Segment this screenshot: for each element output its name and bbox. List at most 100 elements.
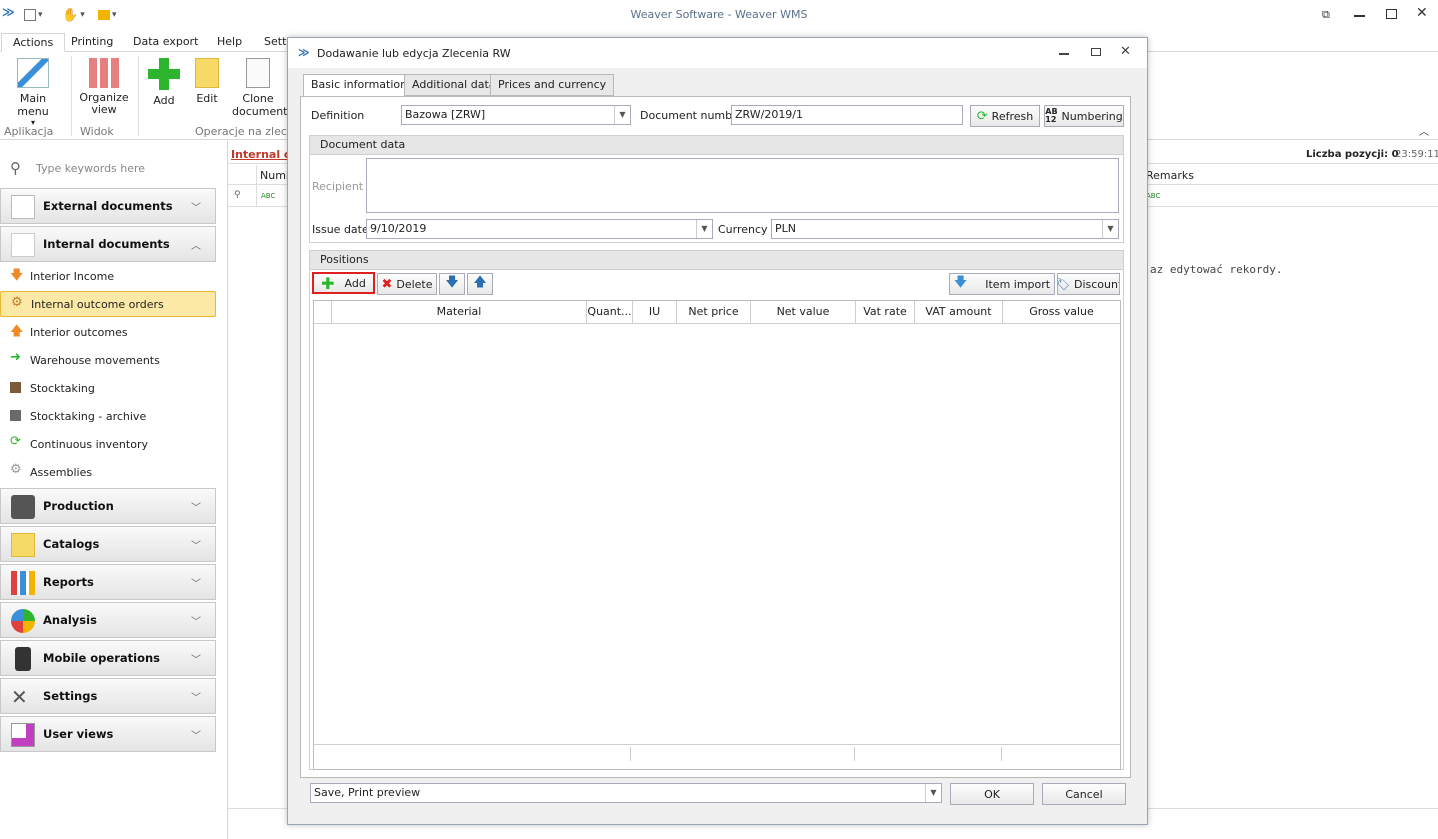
refresh-cycle-icon: ⟳ xyxy=(10,434,21,449)
col-net-price[interactable]: Net price xyxy=(677,301,751,323)
tab-prices-and-currency[interactable]: Prices and currency xyxy=(490,74,615,96)
tab-data-export[interactable]: Data export xyxy=(122,33,209,52)
ribbon-separator xyxy=(71,56,72,136)
collapse-ribbon-icon[interactable]: ︿ xyxy=(1419,123,1429,138)
tools-icon: ✕ xyxy=(11,685,28,709)
header-divider xyxy=(314,323,1120,324)
chevron-down-icon: ﹀ xyxy=(191,655,201,666)
analysis-icon xyxy=(11,609,35,633)
currency-combo[interactable]: PLN ▼ xyxy=(771,219,1119,239)
add-position-button[interactable]: ✚ Add xyxy=(312,272,375,294)
document-number-label: Document number xyxy=(640,109,744,122)
dialog-title: Dodawanie lub edycja Zlecenia RW xyxy=(317,47,511,60)
nav-item-stocktaking[interactable]: Stocktaking xyxy=(0,375,216,401)
nav-group-external-documents[interactable]: External documents ﹀ xyxy=(0,188,216,224)
organize-view-button[interactable]: Organize view xyxy=(74,58,134,120)
dialog-close-icon[interactable]: ✕ xyxy=(1120,44,1131,59)
stocktaking-icon xyxy=(10,382,21,393)
spellcheck-icon[interactable]: ▾ xyxy=(98,6,117,24)
item-import-button[interactable]: 🡇 Item import xyxy=(949,273,1055,295)
clone-document-button[interactable]: Clone document xyxy=(232,58,288,120)
cancel-button[interactable]: Cancel xyxy=(1042,783,1126,805)
tab-basic-information[interactable]: Basic information xyxy=(303,74,416,97)
layout-icon[interactable]: ▾ xyxy=(24,6,43,24)
dropdown-arrow-icon[interactable]: ▼ xyxy=(696,220,712,238)
col-gross-value[interactable]: Gross value xyxy=(1003,301,1120,323)
tab-help[interactable]: Help xyxy=(206,33,253,52)
tab-actions[interactable]: Actions xyxy=(1,33,66,52)
dialog-maximize-icon[interactable] xyxy=(1091,48,1101,56)
delete-icon: ✖ xyxy=(381,276,393,292)
footer-cell-divider xyxy=(854,747,855,761)
document-number-input[interactable]: ZRW/2019/1 xyxy=(731,105,963,125)
move-up-button[interactable]: 🡅 xyxy=(467,273,493,295)
col-quantity[interactable]: Quant... xyxy=(587,301,633,323)
main-menu-icon xyxy=(17,58,49,88)
col-material[interactable]: Material xyxy=(332,301,587,323)
nav-item-interior-income[interactable]: 🡇 Interior Income xyxy=(0,263,216,289)
abc-filter-icon: ABC xyxy=(261,192,276,200)
app-titlebar: Weaver Software - Weaver WMS ≫ ▾ ✋ ▾ ▾ ⧉ … xyxy=(0,0,1438,30)
main-menu-button[interactable]: Main menu ▾ xyxy=(4,58,62,127)
nav-group-analysis[interactable]: Analysis ﹀ xyxy=(0,602,216,638)
gears-icon: ⚙ xyxy=(10,462,22,477)
chevron-up-icon: ︿ xyxy=(191,241,201,252)
col-vat-rate[interactable]: Vat rate xyxy=(856,301,915,323)
recipient-label: Recipient xyxy=(312,180,364,193)
discount-tag-icon: 🏷 xyxy=(1058,277,1070,291)
nav-group-catalogs[interactable]: Catalogs ﹀ xyxy=(0,526,216,562)
nav-item-stocktaking-archive[interactable]: Stocktaking - archive xyxy=(0,403,216,429)
issue-date-label: Issue date xyxy=(312,223,369,236)
nav-item-continuous-inventory[interactable]: ⟳ Continuous inventory xyxy=(0,431,216,457)
dialog-logo-icon: ≫ xyxy=(298,46,310,59)
col-net-value[interactable]: Net value xyxy=(751,301,856,323)
arrow-up-icon: 🡅 xyxy=(10,324,24,339)
edit-ribbon-button[interactable]: Edit xyxy=(190,58,224,108)
dropdown-arrow-icon[interactable]: ▼ xyxy=(925,784,941,802)
close-icon[interactable]: ✕ xyxy=(1416,5,1428,21)
nav-item-assemblies[interactable]: ⚙ Assemblies xyxy=(0,459,216,485)
nav-group-internal-documents[interactable]: Internal documents ︿ xyxy=(0,226,216,262)
definition-combo[interactable]: Bazowa [ZRW] ▼ xyxy=(401,105,631,125)
minimize-icon[interactable] xyxy=(1354,15,1365,17)
col-vat-amount[interactable]: VAT amount xyxy=(915,301,1003,323)
dropdown-arrow-icon[interactable]: ▼ xyxy=(614,106,630,124)
nav-item-interior-outcomes[interactable]: 🡅 Interior outcomes xyxy=(0,319,216,345)
col-remarks-header[interactable]: Remarks xyxy=(1146,169,1194,182)
nav-item-warehouse-movements[interactable]: ➜ Warehouse movements xyxy=(0,347,216,373)
record-count: Liczba pozycji: 0 xyxy=(1306,149,1399,160)
refresh-button[interactable]: ⟳ Refresh xyxy=(970,105,1040,127)
issue-date-picker[interactable]: 9/10/2019 ▼ xyxy=(366,219,713,239)
nav-group-reports[interactable]: Reports ﹀ xyxy=(0,564,216,600)
tab-printing[interactable]: Printing xyxy=(60,33,124,52)
chevron-down-icon: ﹀ xyxy=(191,203,201,214)
arrow-right-icon: ➜ xyxy=(10,350,21,365)
chevron-down-icon: ﹀ xyxy=(191,731,201,742)
recipient-field[interactable] xyxy=(366,158,1119,213)
discount-button[interactable]: 🏷Discount xyxy=(1057,273,1120,295)
ok-button[interactable]: OK xyxy=(950,783,1034,805)
nav-group-user-views[interactable]: User views ﹀ xyxy=(0,716,216,752)
add-ribbon-button[interactable]: Add xyxy=(144,58,184,108)
numbering-button[interactable]: AB 12 Numbering xyxy=(1044,105,1124,127)
group-label-operacje: Operacje na zleceniach xyxy=(195,125,287,138)
move-down-button[interactable]: 🡇 xyxy=(439,273,465,295)
hand-icon[interactable]: ✋ ▾ xyxy=(62,6,85,24)
search-placeholder: Type keywords here xyxy=(36,162,146,175)
col-iu[interactable]: IU xyxy=(633,301,677,323)
nav-item-internal-outcome-orders[interactable]: ⚙ Internal outcome orders xyxy=(0,291,216,317)
save-option-combo[interactable]: Save, Print preview ▼ xyxy=(310,783,942,803)
dropdown-arrow-icon[interactable]: ▼ xyxy=(1102,220,1118,238)
restore-screen-icon[interactable]: ⧉ xyxy=(1322,8,1336,21)
arrow-up-icon: 🡅 xyxy=(473,275,487,290)
dialog-minimize-icon[interactable] xyxy=(1059,53,1069,55)
positions-grid[interactable]: Material Quant... IU Net price Net value… xyxy=(313,300,1121,770)
search-box[interactable]: ⚲ Type keywords here xyxy=(8,155,218,181)
nav-group-production[interactable]: Production ﹀ xyxy=(0,488,216,524)
nav-group-settings[interactable]: ✕ Settings ﹀ xyxy=(0,678,216,714)
delete-position-button[interactable]: ✖ Delete xyxy=(377,273,437,295)
abc-filter-icon: ABC xyxy=(1146,192,1161,200)
tab-additional-data[interactable]: Additional data xyxy=(404,74,504,96)
maximize-icon[interactable] xyxy=(1386,9,1397,19)
nav-group-mobile-operations[interactable]: Mobile operations ﹀ xyxy=(0,640,216,676)
